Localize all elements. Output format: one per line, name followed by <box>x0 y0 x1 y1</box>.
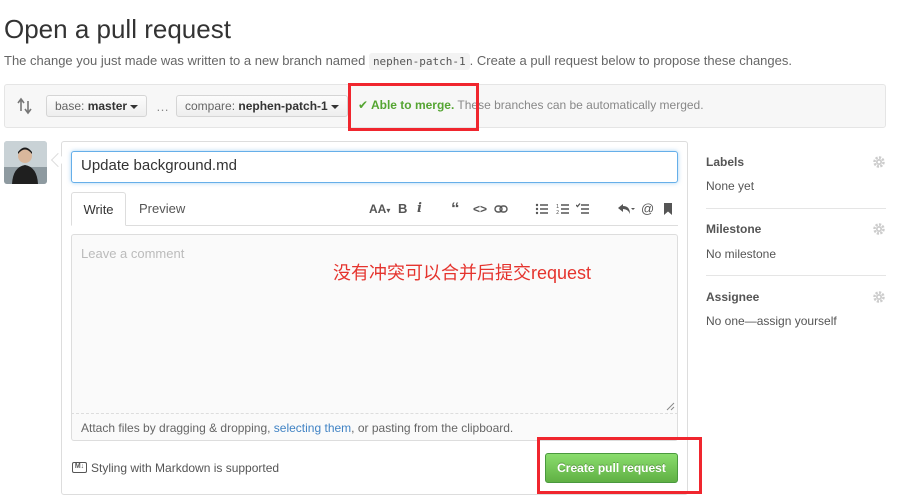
numbered-list-icon[interactable]: 12 <box>556 203 570 215</box>
comment-placeholder: Leave a comment <box>81 246 185 261</box>
code-icon[interactable]: <> <box>473 201 487 217</box>
base-label: base: <box>55 99 88 113</box>
milestone-heading[interactable]: Milestone <box>706 222 761 236</box>
svg-text:2: 2 <box>556 210 559 215</box>
markdown-icon: M↓ <box>72 462 87 473</box>
link-icon[interactable] <box>494 204 508 214</box>
compare-branch-select[interactable]: compare: nephen-patch-1 <box>176 95 348 117</box>
gear-icon[interactable] <box>872 290 886 304</box>
tab-preview[interactable]: Preview <box>139 201 185 216</box>
task-list-icon[interactable] <box>576 203 590 215</box>
markdown-note[interactable]: Styling with Markdown is supported <box>91 461 279 475</box>
gear-icon[interactable] <box>872 155 886 169</box>
gear-icon[interactable] <box>872 222 886 236</box>
page-subtitle: The change you just made was written to … <box>4 53 792 70</box>
compare-label: compare: <box>185 99 239 113</box>
sidebar-divider <box>706 208 886 209</box>
labels-value: None yet <box>706 179 755 193</box>
bold-icon[interactable]: B <box>398 201 407 217</box>
avatar-image <box>4 141 47 184</box>
subtitle-text-end: . Create a pull request below to propose… <box>469 53 792 68</box>
subtitle-text: The change you just made was written to … <box>4 53 369 68</box>
tabs-divider <box>71 225 678 226</box>
select-files-link[interactable]: selecting them <box>274 421 351 435</box>
quote-icon[interactable]: “ <box>451 200 460 217</box>
ellipsis: … <box>156 99 169 114</box>
base-branch-select[interactable]: base: master <box>46 95 148 117</box>
text-size-icon[interactable]: AA▾ <box>369 201 390 219</box>
title-input[interactable]: Update background.md <box>71 151 678 183</box>
attach-text-end: , or pasting from the clipboard. <box>351 421 514 435</box>
compare-arrows-icon <box>17 97 32 115</box>
assignee-heading[interactable]: Assignee <box>706 290 759 304</box>
sidebar-divider <box>706 275 886 276</box>
page-title: Open a pull request <box>4 14 231 44</box>
milestone-value: No milestone <box>706 247 777 261</box>
annotation-text: 没有冲突可以合并后提交request <box>333 263 592 283</box>
bullet-list-icon[interactable] <box>535 203 549 215</box>
compare-branch-name: nephen-patch-1 <box>238 99 328 113</box>
tab-write[interactable]: Write <box>71 192 126 226</box>
merge-status-text: These branches can be automatically merg… <box>454 98 704 112</box>
bookmark-icon[interactable] <box>663 202 673 216</box>
create-button-highlight <box>537 437 702 494</box>
italic-icon[interactable]: i <box>417 201 422 217</box>
base-branch-name: master <box>87 99 128 113</box>
attach-text: Attach files by dragging & dropping, <box>81 421 274 435</box>
branch-name-code: nephen-patch-1 <box>368 53 470 70</box>
merge-status-highlight <box>348 83 479 131</box>
resize-handle-icon[interactable] <box>666 402 675 411</box>
avatar[interactable] <box>4 141 47 184</box>
chevron-down-icon <box>330 104 339 109</box>
assignee-value[interactable]: No one—assign yourself <box>706 314 837 328</box>
reply-icon[interactable] <box>617 203 635 215</box>
labels-heading[interactable]: Labels <box>706 155 744 169</box>
chevron-down-icon <box>130 104 139 109</box>
mention-icon[interactable]: @ <box>641 201 654 217</box>
